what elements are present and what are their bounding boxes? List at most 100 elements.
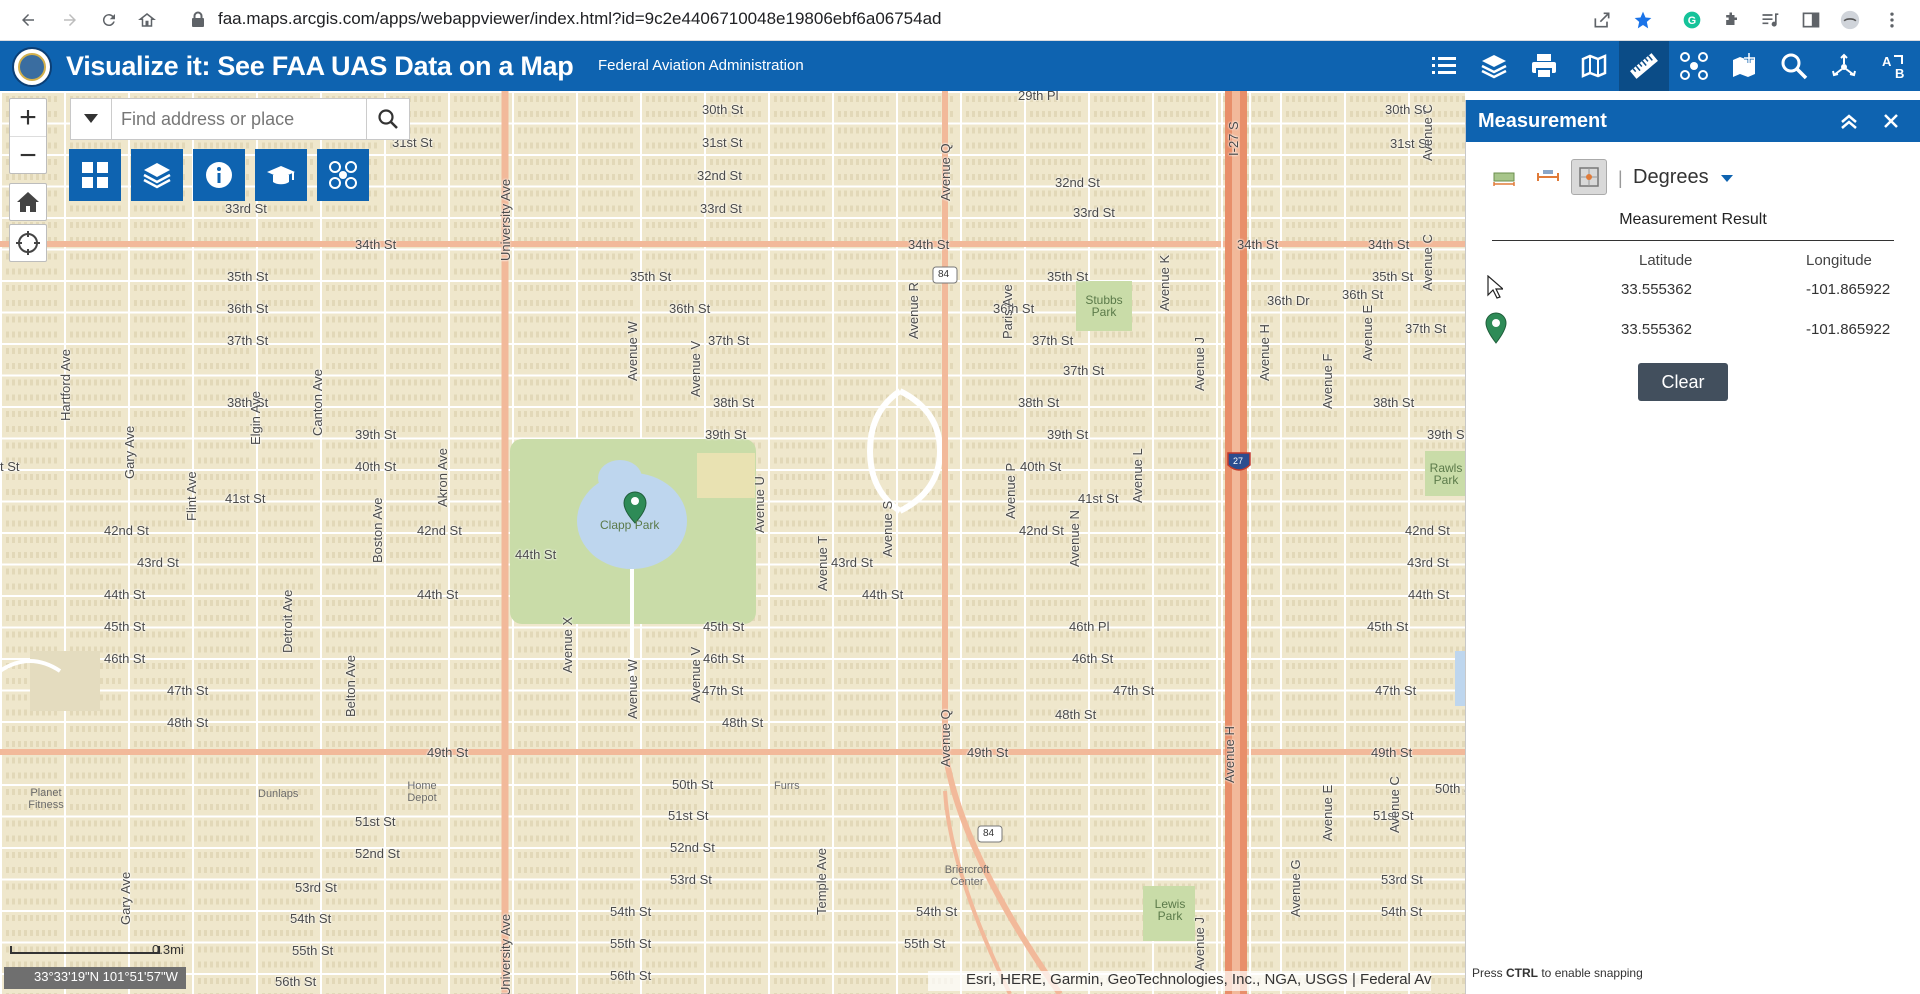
profile-avatar-icon[interactable] [1836, 6, 1864, 34]
street-label: 46th Pl [1069, 619, 1110, 634]
panel-header: Measurement [1466, 100, 1920, 142]
street-label: Avenue E [1360, 304, 1375, 361]
street-label: Avenue N [1067, 510, 1082, 567]
back-arrow-icon[interactable] [14, 6, 42, 34]
zoom-out-button[interactable]: − [10, 137, 46, 174]
layers-icon[interactable] [1469, 41, 1519, 91]
street-label: 52nd St [355, 846, 400, 861]
street-label: 45th St [703, 619, 745, 634]
distance-tool-button[interactable] [1530, 159, 1566, 195]
street-label: Avenue J [1192, 917, 1207, 971]
print-icon[interactable] [1519, 41, 1569, 91]
my-location-button[interactable] [9, 224, 47, 262]
forward-arrow-icon[interactable] [56, 6, 84, 34]
reload-icon[interactable] [95, 6, 123, 34]
street-label: Avenue V [688, 340, 703, 397]
street-label: 48th St [722, 715, 764, 730]
street-label: 34th St [1368, 237, 1410, 252]
street-label: 38th St [1373, 395, 1415, 410]
street-label: 56th St [275, 974, 317, 989]
coordinate-readout: 33°33'19"N 101°51'57"W [4, 967, 186, 989]
street-label: 51st St [668, 808, 709, 823]
street-label: 41st St [225, 491, 266, 506]
snapping-hint: Press CTRL to enable snapping [1472, 966, 1643, 980]
drone-icon[interactable] [1669, 41, 1719, 91]
area-tool-button[interactable] [1486, 159, 1522, 195]
media-playlist-icon[interactable] [1756, 6, 1784, 34]
extensions-puzzle-icon[interactable] [1718, 6, 1746, 34]
street-label: 56th St [610, 968, 652, 983]
street-label: 45th St [104, 619, 146, 634]
basemap-gallery-button[interactable] [69, 149, 121, 201]
street-label: 47th St [702, 683, 744, 698]
collapse-panel-icon[interactable] [1838, 110, 1860, 132]
street-label: Hartford Ave [58, 348, 73, 421]
share-page-icon[interactable] [1588, 6, 1616, 34]
add-data-icon[interactable] [1719, 41, 1769, 91]
panel-title: Measurement [1478, 110, 1607, 132]
measure-ruler-icon[interactable] [1619, 41, 1669, 91]
side-panel-icon[interactable] [1797, 6, 1825, 34]
street-label: 50th St [672, 777, 714, 792]
search-icon [378, 109, 398, 129]
street-label: 49th St [1371, 745, 1413, 760]
close-icon[interactable] [1880, 110, 1902, 132]
zoom-in-button[interactable]: + [10, 99, 46, 137]
search-source-dropdown[interactable] [71, 99, 112, 139]
street-label: Avenue V [688, 646, 703, 703]
units-dropdown[interactable]: Degrees [1633, 166, 1709, 189]
street-label: 33rd St [700, 201, 742, 216]
street-label: Avenue X [560, 616, 575, 673]
street-label: 48th St [167, 715, 209, 730]
search-input[interactable] [119, 108, 363, 131]
faa-logo [12, 47, 52, 87]
clear-button[interactable]: Clear [1638, 363, 1728, 401]
street-label: 53rd St [1381, 872, 1423, 887]
poi-label: Clapp Park [600, 518, 660, 532]
street-label: 41st St [1078, 491, 1119, 506]
share-icon[interactable] [1819, 41, 1869, 91]
address-bar-url[interactable]: faa.maps.arcgis.com/apps/webappviewer/in… [218, 9, 942, 29]
street-label: 50th St [1435, 781, 1465, 796]
grammarly-icon[interactable]: G [1678, 6, 1706, 34]
street-label: 36th St [669, 301, 711, 316]
street-label: t St [0, 459, 20, 474]
street-label: Avenue T [815, 535, 830, 591]
street-label: Paris Ave [1000, 284, 1015, 339]
education-button[interactable] [255, 149, 307, 201]
highway-shield-label: 84 [983, 828, 995, 839]
drone-widget-button[interactable] [317, 149, 369, 201]
bookmark-star-icon[interactable] [1629, 6, 1657, 34]
poi-label: Briercroft Center [944, 864, 990, 888]
about-info-button[interactable] [193, 149, 245, 201]
longitude-header: Longitude [1806, 252, 1872, 269]
street-label: 47th St [1375, 683, 1417, 698]
street-label: Avenue L [1130, 448, 1145, 503]
browser-menu-icon[interactable] [1878, 6, 1906, 34]
list-icon[interactable] [1419, 41, 1469, 91]
street-label: 44th St [515, 547, 557, 562]
query-icon[interactable] [1769, 41, 1819, 91]
street-label: Belton Ave [343, 655, 358, 717]
map-view[interactable]: 29th Pl 30th St 30th St 31st St 31st St … [0, 91, 1465, 994]
distance-measure-icon [1537, 170, 1559, 181]
street-label: Avenue R [906, 282, 921, 339]
street-label: Boston Ave [370, 497, 385, 563]
chevron-down-icon[interactable] [1721, 175, 1733, 182]
street-label: Temple Ave [814, 848, 829, 915]
street-label: 46th St [1072, 651, 1114, 666]
street-label: 47th St [1113, 683, 1155, 698]
poi-label: Stubbs Park [1085, 293, 1123, 319]
location-tool-button[interactable] [1571, 159, 1607, 195]
street-label: 35th St [630, 269, 672, 284]
layer-list-button[interactable] [131, 149, 183, 201]
poi-label: Home Depot [407, 780, 437, 804]
home-extent-button[interactable] [9, 183, 47, 221]
about-icon[interactable]: AB [1869, 41, 1919, 91]
lock-icon [192, 11, 204, 27]
map-legend-icon[interactable] [1569, 41, 1619, 91]
home-icon[interactable] [133, 6, 161, 34]
street-label: 30th St [702, 102, 744, 117]
street-label: Avenue H [1257, 324, 1272, 381]
search-button[interactable] [366, 99, 409, 139]
